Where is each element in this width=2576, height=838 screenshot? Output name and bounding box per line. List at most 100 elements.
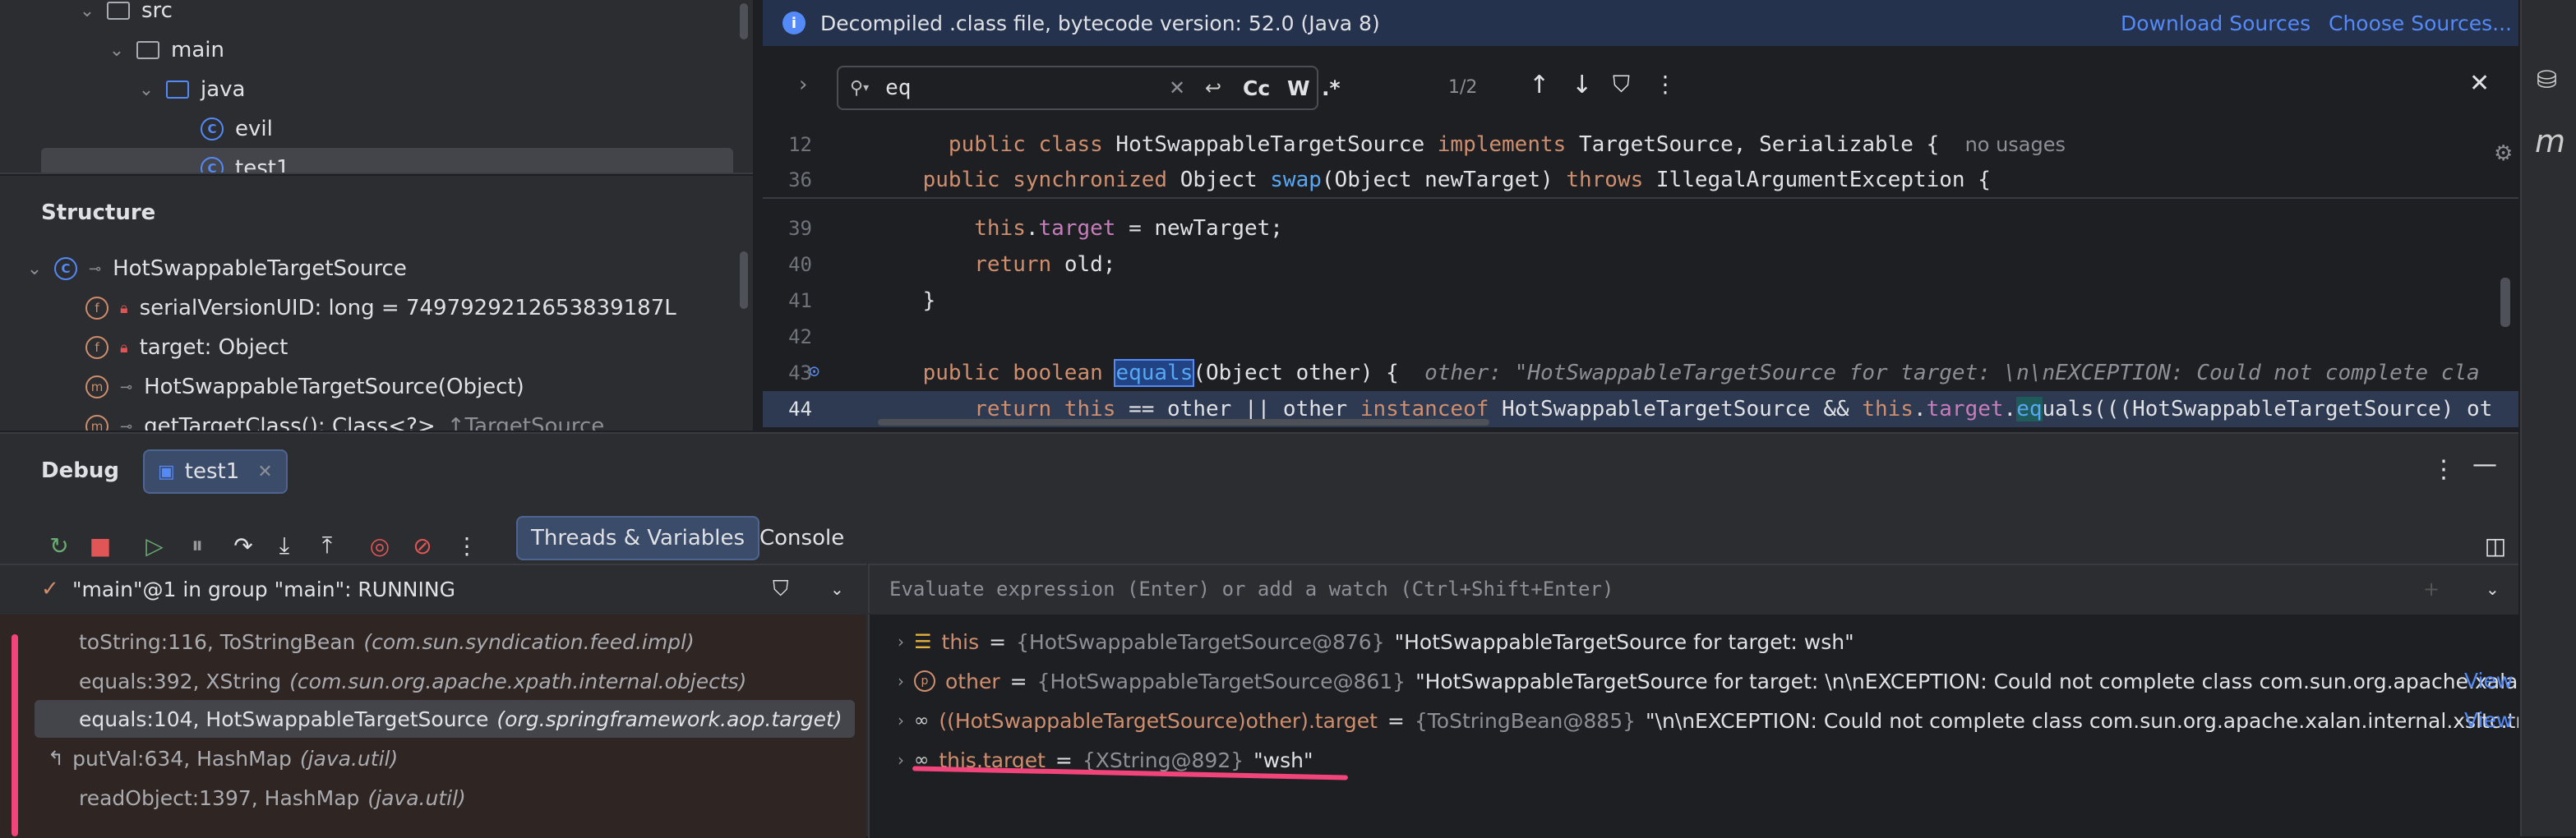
chevron-down-icon[interactable]: ⌄ bbox=[830, 579, 844, 599]
structure-member[interactable]: f 🔒︎ serialVersionUID: long = 7497929212… bbox=[85, 289, 676, 327]
tab-threads-variables[interactable]: Threads & Variables bbox=[516, 516, 760, 560]
chevron-right-icon[interactable]: › bbox=[898, 750, 904, 770]
close-icon[interactable]: ✕ bbox=[257, 462, 272, 482]
chevron-right-icon[interactable]: › bbox=[898, 632, 904, 652]
code-line[interactable]: 36 public synchronized Object swap(Objec… bbox=[763, 163, 2518, 199]
more-icon[interactable]: ⋮ bbox=[1654, 71, 1677, 98]
chevron-right-icon[interactable]: › bbox=[898, 711, 904, 730]
resume-icon[interactable]: ▷ bbox=[141, 532, 168, 559]
frame-item[interactable]: toString:116, ToStringBean (com.sun.synd… bbox=[79, 623, 695, 661]
decompiled-banner: i Decompiled .class file, bytecode versi… bbox=[763, 0, 2518, 46]
find-field[interactable]: ⚲ ▾ eq ✕ ↩ Cc W .* bbox=[837, 66, 1341, 110]
usages-hint[interactable]: no usages bbox=[1965, 133, 2066, 156]
variable-row[interactable]: › p other = {HotSwappableTargetSource@86… bbox=[898, 662, 2518, 700]
folder-icon bbox=[107, 2, 130, 20]
frame-item[interactable]: readObject:1397, HashMap (java.util) bbox=[79, 779, 466, 817]
view-link[interactable]: View bbox=[2464, 708, 2513, 732]
tree-item-java[interactable]: ⌄ java bbox=[138, 71, 246, 108]
match-case-toggle[interactable]: Cc bbox=[1243, 76, 1270, 100]
drop-frame-icon[interactable]: ↰ bbox=[48, 747, 64, 770]
step-out-icon[interactable]: ⤒ bbox=[314, 532, 340, 559]
step-into-icon[interactable]: ⤓ bbox=[271, 532, 298, 559]
code-line[interactable]: 39 this.target = newTarget; bbox=[763, 210, 2518, 246]
frame-method: equals:104, HotSwappableTargetSource bbox=[79, 707, 489, 731]
variable-name: ((HotSwappableTargetSource)other).target bbox=[939, 708, 1378, 733]
arrow-up-icon[interactable]: ↑ bbox=[1529, 71, 1549, 99]
pause-icon[interactable]: ⏸ bbox=[184, 532, 210, 559]
variable-name: this bbox=[941, 629, 980, 654]
horizontal-scrollbar[interactable] bbox=[878, 419, 1489, 426]
add-watch-icon[interactable]: + bbox=[2423, 578, 2440, 601]
frame-method: toString:116, ToStringBean bbox=[79, 629, 356, 654]
code-line[interactable]: 40 return old; bbox=[763, 246, 2518, 283]
words-toggle[interactable]: W bbox=[1287, 76, 1310, 100]
code-line[interactable]: 41 } bbox=[763, 283, 2518, 319]
frame-package: (java.util) bbox=[367, 785, 466, 810]
layout-icon[interactable]: ◫ bbox=[2482, 532, 2509, 559]
clear-icon[interactable]: ✕ bbox=[1169, 76, 1185, 99]
line-number: 41 bbox=[788, 289, 812, 312]
tree-item-test1[interactable]: C test1 bbox=[201, 150, 289, 173]
code-line[interactable]: 42 bbox=[763, 319, 2518, 355]
minimize-icon[interactable]: — bbox=[2472, 450, 2497, 479]
evaluate-input[interactable]: Evaluate expression (Enter) or add a wat… bbox=[889, 578, 1613, 601]
more-icon[interactable]: ⋮ bbox=[454, 532, 480, 559]
more-icon[interactable]: ⋮ bbox=[2431, 455, 2456, 484]
tree-item-main[interactable]: ⌄ main bbox=[108, 31, 224, 69]
frame-item[interactable]: ↰ putVal:634, HashMap (java.util) bbox=[48, 739, 398, 777]
override-icon[interactable]: ⊙ bbox=[809, 361, 819, 382]
chevron-down-icon: ⌄ bbox=[79, 0, 95, 21]
chevron-right-icon[interactable]: › bbox=[799, 72, 807, 97]
method-icon: m bbox=[85, 375, 108, 398]
session-tab-test1[interactable]: ▣ test1 ✕ bbox=[143, 449, 288, 494]
stop-icon[interactable]: ■ bbox=[87, 532, 113, 559]
mute-breakpoints-icon[interactable]: ⊘ bbox=[409, 532, 436, 559]
chevron-down-icon[interactable]: ⌄ bbox=[2486, 579, 2500, 599]
variable-row[interactable]: › ☰ this = {HotSwappableTargetSource@876… bbox=[898, 623, 1854, 661]
breakpoints-icon[interactable]: ◎ bbox=[367, 532, 393, 559]
filter-icon[interactable]: ⛉ bbox=[773, 577, 789, 602]
rerun-icon[interactable]: ↻ bbox=[46, 532, 72, 559]
structure-member[interactable]: m ⊸ HotSwappableTargetSource(Object) bbox=[85, 368, 524, 406]
tab-console[interactable]: Console bbox=[746, 516, 857, 560]
choose-sources-link[interactable]: Choose Sources... bbox=[2329, 12, 2512, 35]
code-line[interactable]: 43 ⊙ public boolean equals(Object other)… bbox=[763, 355, 2518, 391]
find-input[interactable]: eq bbox=[885, 76, 911, 100]
filter-icon[interactable]: ⛉ bbox=[1613, 71, 1630, 99]
download-sources-link[interactable]: Download Sources bbox=[2121, 12, 2311, 35]
thread-status: "main"@1 in group "main": RUNNING bbox=[72, 577, 455, 601]
red-bracket-annotation bbox=[12, 634, 18, 836]
view-link[interactable]: View bbox=[2464, 669, 2513, 693]
maven-icon[interactable]: m bbox=[2535, 123, 2565, 159]
folder-blue-icon bbox=[166, 81, 189, 99]
thread-selector[interactable]: ✓ "main"@1 in group "main": RUNNING ⛉ ⌄ bbox=[0, 564, 866, 613]
line-number: 12 bbox=[788, 133, 812, 156]
project-scrollbar[interactable] bbox=[740, 3, 748, 39]
watch-icon: ∞ bbox=[914, 710, 930, 731]
settings-icon[interactable]: ⚙ bbox=[2494, 141, 2513, 166]
info-icon: i bbox=[782, 12, 806, 35]
arrow-down-icon[interactable]: ↓ bbox=[1572, 71, 1592, 99]
vertical-scrollbar[interactable] bbox=[2500, 278, 2510, 327]
database-icon[interactable]: ⛁ bbox=[2537, 66, 2557, 94]
frame-item[interactable]: equals:392, XString (com.sun.org.apache.… bbox=[79, 662, 746, 700]
structure-root-label: HotSwappableTargetSource bbox=[113, 256, 407, 281]
structure-member[interactable]: m ⊸ getTargetClass(): Class<?> ↑TargetSo… bbox=[85, 407, 604, 431]
regex-toggle[interactable]: .* bbox=[1322, 76, 1341, 100]
chevron-down-icon: ⌄ bbox=[26, 258, 43, 279]
class-icon: C bbox=[201, 157, 224, 173]
check-icon: ✓ bbox=[41, 577, 59, 601]
chevron-right-icon[interactable]: › bbox=[898, 671, 904, 691]
replace-icon[interactable]: ↩ bbox=[1205, 76, 1221, 99]
structure-root[interactable]: ⌄ C ⊸ HotSwappableTargetSource bbox=[26, 250, 407, 288]
step-over-icon[interactable]: ↷ bbox=[230, 532, 256, 559]
close-find-icon[interactable]: ✕ bbox=[2469, 69, 2490, 98]
variable-row[interactable]: › ∞ ((HotSwappableTargetSource)other).ta… bbox=[898, 702, 2518, 739]
tree-item-evil[interactable]: C evil bbox=[201, 110, 273, 148]
line-number: 39 bbox=[788, 217, 812, 240]
structure-scrollbar[interactable] bbox=[740, 251, 748, 309]
tree-item-src[interactable]: ⌄ src bbox=[79, 0, 173, 30]
frame-item-current[interactable]: equals:104, HotSwappableTargetSource (or… bbox=[79, 700, 843, 738]
code-line[interactable]: 12 public class HotSwappableTargetSource… bbox=[763, 127, 2518, 163]
structure-member[interactable]: f 🔒︎ target: Object bbox=[85, 329, 288, 366]
